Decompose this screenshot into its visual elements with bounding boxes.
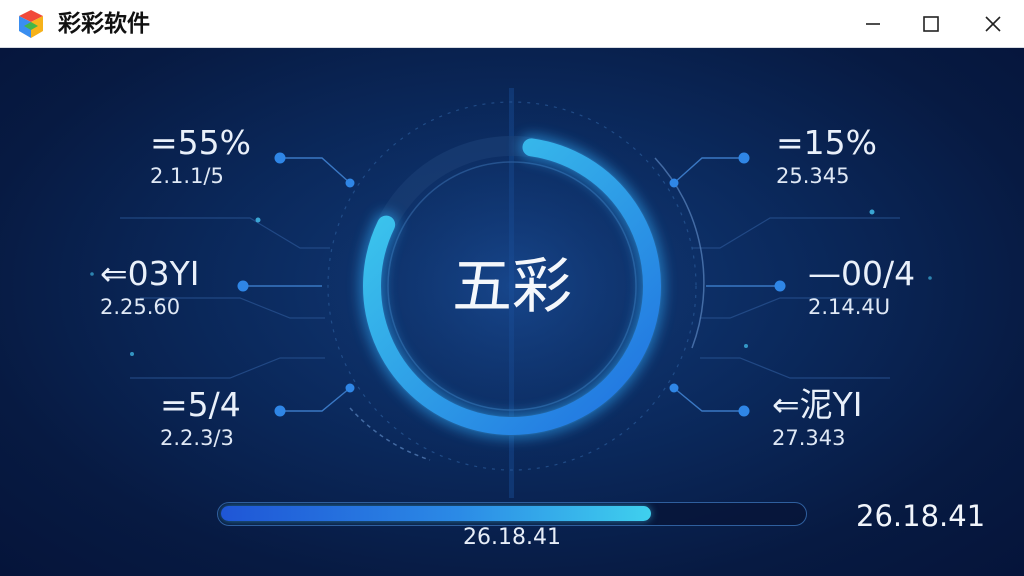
dashboard-panel: 五彩 =55% 2.1.1/5 ⇐03YI 2.25.60 =5/4 2.2.3… [0, 48, 1024, 576]
metric-value: =55% [150, 123, 251, 162]
minimize-button[interactable] [848, 0, 898, 48]
metric-value: —00/4 [808, 254, 916, 293]
close-icon [985, 16, 1001, 32]
metric-value: ⇐03YI [100, 254, 200, 293]
metric-subvalue: 2.14.4U [808, 295, 891, 319]
close-button[interactable] [968, 0, 1018, 48]
progress-bar [217, 502, 807, 526]
metric-value: =15% [776, 123, 877, 162]
metric-subvalue: 27.343 [772, 426, 846, 450]
ring-center-label: 五彩 [452, 252, 572, 322]
progress-bar-fill [221, 506, 651, 521]
metric-subvalue: 2.2.3/3 [160, 426, 234, 450]
metric-subvalue: 2.1.1/5 [150, 164, 224, 188]
metric-subvalue: 25.345 [776, 164, 850, 188]
progress-label: 26.18.41 [463, 525, 561, 550]
metric-left-3: =5/4 2.2.3/3 [160, 385, 241, 451]
metric-value: =5/4 [160, 385, 241, 424]
metric-subvalue: 2.25.60 [100, 295, 181, 319]
metric-right-3: ⇐泥YI 27.343 [772, 385, 863, 451]
app-logo-icon [19, 10, 43, 38]
time-readout: 26.18.41 [856, 499, 986, 533]
metric-right-2: —00/4 2.14.4U [808, 254, 915, 320]
maximize-button[interactable] [906, 0, 956, 48]
app-window: 彩彩软件 五彩 =55% 2.1.1/5 ⇐03YI 2.25.60 =5/4 … [0, 0, 1024, 576]
metric-right-1: =15% 25.345 [776, 123, 877, 189]
title-bar: 彩彩软件 [0, 0, 1024, 48]
window-title: 彩彩软件 [58, 11, 150, 37]
minimize-icon [866, 23, 880, 25]
metric-value: ⇐泥YI [772, 385, 863, 424]
metric-left-1: =55% 2.1.1/5 [150, 123, 251, 189]
metric-left-2: ⇐03YI 2.25.60 [100, 254, 200, 320]
maximize-icon [923, 16, 939, 32]
